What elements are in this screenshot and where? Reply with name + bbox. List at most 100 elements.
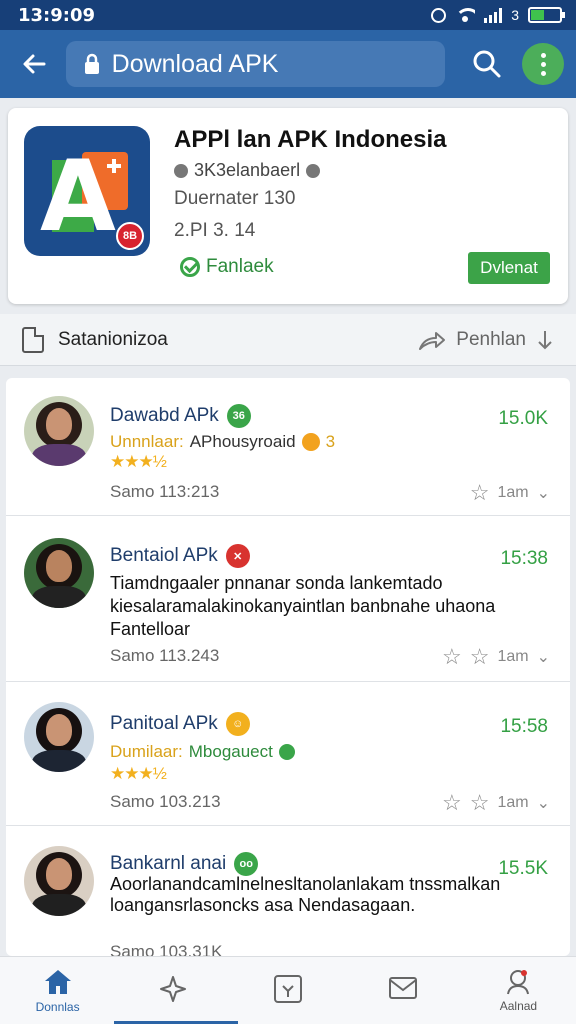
item-title: Dawabd APk 36 <box>110 404 251 428</box>
share-label: Penhlan <box>456 328 526 350</box>
emoji-badge-icon: 36 <box>226 404 251 428</box>
item-actions[interactable]: ☆ 1am ⌄ <box>470 482 550 504</box>
app-logo-badge: 8B <box>116 222 144 250</box>
more-dots-icon <box>540 52 546 58</box>
share-icon <box>419 331 446 350</box>
signal-icon <box>484 7 503 23</box>
verified-badge: Fanlaek <box>180 256 274 278</box>
mail-icon <box>389 976 418 999</box>
emoji-badge-icon: ☺ <box>225 712 250 736</box>
developer-name: 3K3elanbaerl <box>194 160 301 180</box>
nav-apps[interactable] <box>230 957 345 1024</box>
app-card: A 8B APPl lan APK Indonesia 3K3elanbaerl… <box>8 108 568 304</box>
action-row: Satanionizoa Penhlan <box>0 314 576 366</box>
item-description: Aoorlanandcamlnelnesltanolanlakam tnssma… <box>110 874 501 915</box>
emoji-badge-icon: oo <box>234 852 259 876</box>
battery-icon <box>528 7 565 23</box>
sort-label[interactable]: Satanionizoa <box>58 329 168 351</box>
download-list: Dawabd APk 36 15.0K Unnnlaar: APhousyroa… <box>6 378 570 956</box>
battery-text: 3 <box>511 7 519 23</box>
nav-profile-label: Aalnad <box>499 998 538 1013</box>
app-meta-line1: Duernater 130 <box>174 188 296 209</box>
document-icon <box>22 326 44 353</box>
profile-icon <box>507 969 530 994</box>
lock-icon <box>84 53 99 74</box>
download-arrow-icon <box>538 330 552 349</box>
item-size: 15:58 <box>500 716 548 737</box>
app-developer[interactable]: 3K3elanbaerl <box>174 160 321 181</box>
nav-discover[interactable] <box>115 957 230 1024</box>
star-outline-icon[interactable]: ☆ <box>470 482 490 504</box>
url-title: Download APK <box>111 49 279 78</box>
developer-icon <box>174 163 188 178</box>
nav-home-label: Donnlas <box>35 999 80 1014</box>
smile-icon <box>301 433 320 451</box>
status-bar: 13:9:09 3 <box>0 0 576 30</box>
item-date: Samo 113:213 <box>110 482 220 501</box>
list-item[interactable]: Dawabd APk 36 15.0K Unnnlaar: APhousyroa… <box>6 378 570 516</box>
arrow-left-icon <box>23 54 46 74</box>
item-title: Bentaiol APk ✕ <box>110 544 250 568</box>
item-title-text: Dawabd APk <box>110 405 219 426</box>
app-meta-line2: 2.PI 3. 14 <box>174 220 256 241</box>
list-item[interactable]: Bentaiol APk ✕ 15:38 Tiamdngaaler pnnana… <box>6 516 570 682</box>
status-time: 13:9:09 <box>18 4 96 26</box>
avatar <box>24 702 94 772</box>
chevron-down-icon: ⌄ <box>536 485 550 502</box>
item-title: Panitoal APk ☺ <box>110 712 250 736</box>
home-icon <box>44 969 71 994</box>
emoji-badge-icon: ✕ <box>225 544 250 568</box>
app-logo: A 8B <box>24 126 150 256</box>
check-circle-icon <box>180 257 200 277</box>
item-subtitle: Unnnlaar: APhousyroaid 3 <box>110 432 336 451</box>
status-icons: 3 <box>431 7 565 23</box>
search-icon <box>473 50 500 78</box>
app-logo-letter: A <box>40 140 116 254</box>
item-date: Samo 103.213 <box>110 792 221 811</box>
wifi-icon <box>455 8 476 22</box>
app-title: APPl lan APK Indonesia <box>174 126 447 153</box>
sparkle-icon <box>159 975 186 1002</box>
url-bar[interactable]: Download APK <box>65 41 445 87</box>
list-item[interactable]: Panitoal APk ☺ 15:58 Dumilaar: Mbogauect… <box>6 682 570 826</box>
apps-icon <box>274 974 302 1003</box>
rating-stars: ★★★½ <box>110 764 167 783</box>
list-item[interactable]: Bankarnl anai oo 15.5K Aoorlanandcamlnel… <box>6 826 570 956</box>
chevron-down-icon: ⌄ <box>536 795 550 812</box>
star-outline-icon[interactable]: ☆ <box>470 646 490 668</box>
verified-label: Fanlaek <box>206 256 274 277</box>
item-title: Bankarnl anai oo <box>110 852 259 876</box>
avatar <box>24 538 94 608</box>
search-button[interactable] <box>465 42 509 86</box>
star-outline-icon[interactable]: ☆ <box>442 792 462 814</box>
rating-stars: ★★★½ <box>110 452 167 471</box>
back-button[interactable] <box>12 42 56 86</box>
item-title-text: Bentaiol APk <box>110 545 218 566</box>
avatar <box>24 396 94 466</box>
item-size: 15.0K <box>498 408 548 429</box>
item-date: Samo 103.31K <box>110 942 223 956</box>
avatar <box>24 846 94 916</box>
nav-home[interactable]: Donnlas <box>0 957 115 1024</box>
item-subtitle: Dumilaar: Mbogauect <box>110 742 295 762</box>
star-outline-icon[interactable]: ☆ <box>442 646 462 668</box>
item-actions[interactable]: ☆ ☆ 1am ⌄ <box>442 792 550 814</box>
bottom-nav: Donnlas Aalnad <box>0 956 576 1024</box>
item-date: Samo 113.243 <box>110 646 220 665</box>
item-title-text: Panitoal APk <box>110 713 218 734</box>
item-size: 15:38 <box>500 548 548 569</box>
nav-messages[interactable] <box>346 957 461 1024</box>
status-dot-icon <box>278 744 295 760</box>
alarm-icon <box>431 7 447 23</box>
star-outline-icon[interactable]: ☆ <box>470 792 490 814</box>
info-icon <box>306 163 321 178</box>
app-bar: Download APK <box>0 30 576 98</box>
item-title-text: Bankarnl anai <box>110 853 227 874</box>
more-menu-button[interactable] <box>522 43 564 85</box>
item-description: Tiamdngaaler pnnanar sonda lankemtado ki… <box>110 573 496 639</box>
nav-profile[interactable]: Aalnad <box>461 957 576 1024</box>
item-actions[interactable]: ☆ ☆ 1am ⌄ <box>442 646 550 668</box>
share-action[interactable]: Penhlan <box>418 328 554 352</box>
install-button[interactable]: Dvlenat <box>468 252 550 284</box>
chevron-down-icon: ⌄ <box>536 649 550 666</box>
